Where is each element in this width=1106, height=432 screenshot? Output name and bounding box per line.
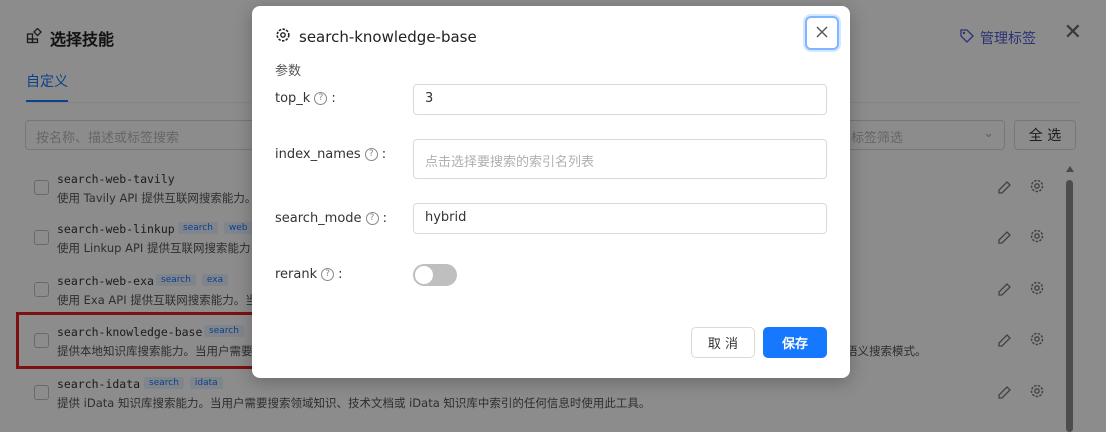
- search-mode-value: hybrid: [425, 210, 467, 225]
- help-icon[interactable]: ?: [321, 268, 335, 281]
- dialog-close-button[interactable]: [805, 16, 839, 50]
- field-label-text: index_names: [275, 147, 361, 162]
- search-mode-input[interactable]: hybrid: [413, 203, 827, 234]
- index-names-placeholder: 点击选择要搜索的索引名列表: [425, 155, 595, 170]
- toggle-knob: [415, 266, 433, 284]
- gear-icon: [275, 27, 291, 47]
- close-icon: [815, 25, 829, 42]
- top-k-value: 3: [425, 91, 434, 106]
- field-label-text: top_k: [275, 91, 311, 106]
- colon: :: [382, 211, 387, 226]
- top-k-input[interactable]: 3: [413, 84, 827, 115]
- help-icon[interactable]: ?: [314, 92, 328, 105]
- top-k-label: top_k ? :: [275, 91, 336, 106]
- field-label-text: rerank: [275, 267, 318, 282]
- index-names-label: index_names ? :: [275, 147, 386, 162]
- search-mode-label: search_mode ? :: [275, 211, 387, 226]
- field-label-text: search_mode: [275, 211, 362, 226]
- dialog-header: search-knowledge-base: [275, 27, 477, 47]
- dialog-title: search-knowledge-base: [299, 28, 477, 46]
- index-names-select[interactable]: 点击选择要搜索的索引名列表: [413, 139, 827, 179]
- help-icon[interactable]: ?: [364, 148, 378, 161]
- skill-config-dialog: search-knowledge-base 参数 top_k ? : 3 ind…: [252, 6, 850, 378]
- rerank-label: rerank ? :: [275, 267, 343, 282]
- cancel-button[interactable]: 取 消: [691, 327, 755, 358]
- params-section-label: 参数: [275, 64, 302, 79]
- colon: :: [338, 267, 343, 282]
- rerank-toggle[interactable]: [413, 264, 457, 286]
- colon: :: [381, 147, 387, 162]
- colon: :: [331, 91, 336, 106]
- save-button[interactable]: 保存: [763, 327, 827, 358]
- help-icon[interactable]: ?: [365, 212, 379, 225]
